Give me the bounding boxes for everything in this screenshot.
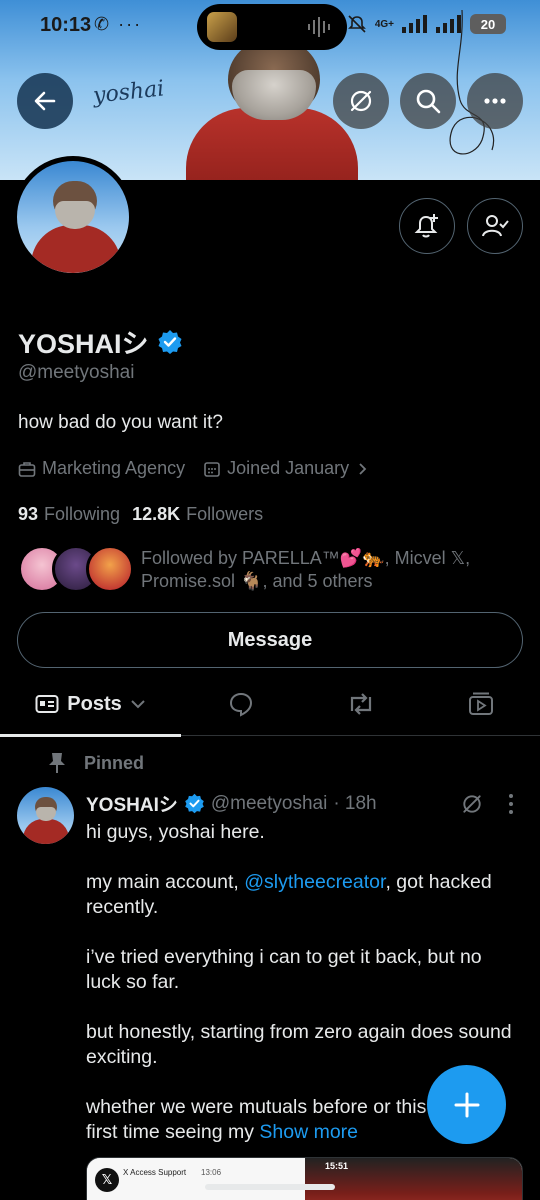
x-logo-icon: 𝕏	[95, 1168, 119, 1192]
post-paragraph: hi guys, yoshai here.	[86, 821, 265, 843]
back-button[interactable]	[17, 73, 73, 129]
bell-plus-icon	[414, 214, 438, 238]
plus-icon	[454, 1092, 479, 1117]
verified-badge-icon[interactable]	[157, 329, 183, 355]
network-type: 4G+	[374, 18, 394, 30]
banner-signature: yoshai	[91, 76, 166, 109]
profile-handle: @meetyoshai	[18, 362, 135, 383]
post-author-handle[interactable]: @meetyoshai	[211, 793, 327, 815]
followers-count: 12.8K	[132, 504, 181, 524]
arrow-left-icon	[34, 91, 56, 111]
followed-by-section[interactable]: Followed by PARELLA™💕🐅, Micvel 𝕏, Promis…	[18, 545, 528, 595]
follower-avatar	[86, 545, 134, 593]
pinned-label: Pinned	[84, 752, 145, 773]
following-label: Following	[44, 504, 121, 524]
profile-tabs: Posts	[0, 672, 540, 737]
briefcase-icon	[18, 461, 36, 477]
calendar-icon	[204, 461, 220, 477]
tab-posts-label: Posts	[67, 692, 122, 715]
status-right-icons: 4G+ 20	[347, 14, 506, 34]
post-media[interactable]: 𝕏 X Access Support 13:06 15:51	[86, 1157, 523, 1200]
follow-stats: 93 Following 12.8K Followers	[18, 504, 263, 525]
followed-by-text: Followed by PARELLA™💕🐅, Micvel 𝕏, Promis…	[141, 548, 471, 591]
status-time: 10:13	[40, 14, 92, 36]
media-screenshot-left: 𝕏 X Access Support 13:06	[87, 1158, 305, 1200]
grok-button[interactable]	[333, 73, 389, 129]
media-mail-time: 13:06	[201, 1168, 222, 1177]
profile-bio: how bad do you want it?	[18, 412, 223, 433]
category-label: Marketing Agency	[42, 458, 186, 478]
compose-post-button[interactable]	[427, 1065, 506, 1144]
post-author-avatar[interactable]	[17, 787, 74, 844]
grok-icon	[350, 90, 372, 112]
display-name-text: YOSHAIシ	[18, 329, 149, 359]
tab-media[interactable]	[421, 672, 540, 736]
audio-wave-icon	[308, 17, 330, 37]
reply-bubble-icon	[229, 692, 253, 717]
verified-badge-icon	[185, 793, 204, 814]
category-item: Marketing Agency	[18, 458, 185, 479]
tab-posts[interactable]: Posts	[0, 672, 181, 737]
user-check-icon	[482, 215, 509, 237]
status-notification-icons: ✆ ···	[94, 14, 143, 34]
signal-icon-2	[436, 15, 461, 33]
followers-stat[interactable]: 12.8K Followers	[132, 504, 263, 525]
mention-link[interactable]: @slytheecreator	[244, 871, 385, 893]
grok-icon[interactable]	[460, 792, 484, 816]
media-screenshot-right: 15:51	[305, 1158, 522, 1200]
video-icon	[469, 692, 493, 715]
joined-label: Joined January	[227, 458, 350, 478]
joined-item[interactable]: Joined January	[203, 458, 369, 479]
profile-meta: Marketing Agency Joined January	[18, 458, 381, 479]
avatar-figure-beard	[55, 201, 95, 229]
battery-indicator: 20	[470, 14, 506, 34]
message-button[interactable]: Message	[17, 612, 523, 668]
show-more-link[interactable]: Show more	[259, 1121, 358, 1143]
post-author-name[interactable]: YOSHAIシ	[86, 790, 178, 817]
following-stat[interactable]: 93 Following	[18, 504, 120, 525]
post-header: YOSHAIシ @meetyoshai · 18h	[86, 790, 377, 817]
pin-icon	[49, 753, 65, 773]
following-count: 93	[18, 504, 39, 524]
search-button[interactable]	[400, 73, 456, 129]
post-text-segment: my main account,	[86, 871, 245, 893]
pinned-indicator: Pinned	[48, 752, 144, 774]
dynamic-island[interactable]	[197, 4, 347, 50]
post-paragraph: but honestly, starting from zero again d…	[86, 1021, 512, 1068]
post-paragraph: my main account, @slytheecreator, got ha…	[86, 870, 516, 920]
mute-icon	[347, 15, 366, 33]
chevron-right-icon	[359, 462, 367, 475]
signal-icon	[402, 15, 427, 33]
media-thumbnail-icon	[207, 12, 237, 42]
posts-icon	[35, 695, 59, 713]
repost-icon	[350, 693, 372, 715]
media-right-time: 15:51	[325, 1161, 349, 1171]
more-vertical-icon[interactable]	[504, 792, 518, 816]
followers-label: Followers	[186, 504, 264, 524]
post-timestamp: · 18h	[333, 792, 377, 814]
profile-avatar[interactable]	[12, 156, 134, 278]
post-paragraph: i’ve tried everything i can to get it ba…	[86, 946, 482, 993]
display-name: YOSHAIシ	[18, 322, 183, 361]
media-mail-from: X Access Support	[123, 1168, 187, 1177]
post-avatar-figure-body	[23, 819, 69, 844]
home-indicator[interactable]	[205, 1184, 335, 1190]
tab-replies[interactable]	[181, 672, 301, 736]
chevron-down-icon	[131, 700, 145, 709]
avatar-figure-body	[31, 225, 121, 273]
status-bar: 10:13 ✆ ··· 4G+ 20	[0, 0, 540, 52]
more-horizontal-icon	[484, 98, 506, 104]
tab-reposts[interactable]	[301, 672, 421, 736]
notifications-button[interactable]	[399, 198, 455, 254]
more-options-button[interactable]	[467, 73, 523, 129]
following-button[interactable]	[467, 198, 523, 254]
search-icon	[416, 89, 441, 114]
